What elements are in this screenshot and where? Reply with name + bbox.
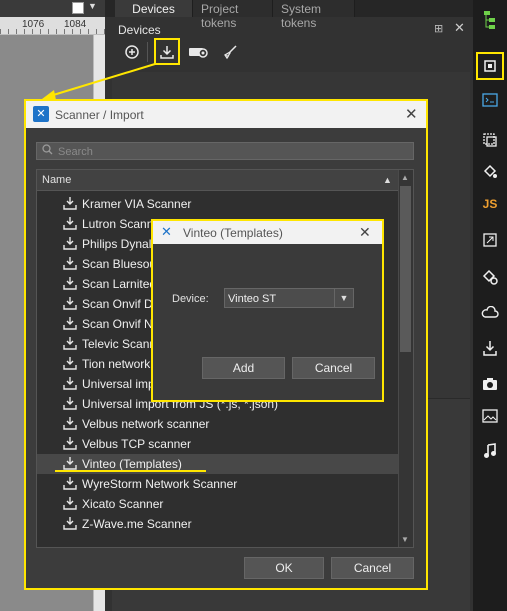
list-item[interactable]: Kramer VIA Scanner (37, 194, 398, 214)
import-icon (63, 397, 77, 410)
tab-system-tokens[interactable]: System tokens (273, 0, 355, 30)
add-device-button[interactable] (120, 40, 144, 64)
list-item-label: Scan Bluesou (82, 257, 157, 271)
list-item-label: Velbus TCP scanner (82, 437, 191, 451)
panel-tabs: Devices Project tokens System tokens (105, 0, 473, 30)
cancel-button[interactable]: Cancel (331, 557, 414, 579)
ok-button[interactable]: OK (244, 557, 324, 579)
import-icon (63, 217, 77, 230)
scroll-down-icon[interactable]: ▼ (401, 535, 409, 544)
download-icon[interactable] (476, 334, 504, 362)
chevron-down-icon[interactable]: ▼ (88, 1, 97, 11)
add-circle-icon (125, 45, 139, 59)
device-select-value[interactable]: Vinteo ST (228, 293, 276, 305)
import-icon (63, 477, 77, 490)
scanner-dialog-title: Scanner / Import (55, 108, 144, 122)
list-item-label: Scan Larnited (82, 277, 157, 291)
bucket-icon[interactable] (476, 158, 504, 186)
horizontal-ruler: 1076 1084 (0, 17, 105, 35)
tools-icon: ✕ (33, 106, 49, 122)
import-icon (63, 237, 77, 250)
import-icon (63, 197, 77, 210)
tab-devices[interactable]: Devices (115, 0, 193, 17)
import-icon (160, 45, 174, 59)
color-swatch[interactable] (72, 2, 84, 14)
list-item-label: Velbus network scanner (82, 417, 210, 431)
layers-icon[interactable] (476, 126, 504, 154)
list-item-label: Xicato Scanner (82, 497, 164, 511)
list-item-label: Universal impo (82, 377, 162, 391)
close-icon[interactable]: ✕ (359, 224, 371, 241)
projector-button[interactable] (186, 40, 210, 64)
add-button[interactable]: Add (202, 357, 285, 379)
selection-underline (55, 470, 206, 472)
bucket-gear-icon[interactable] (476, 263, 504, 291)
list-item-label: WyreStorm Network Scanner (82, 477, 238, 491)
close-icon[interactable]: ✕ (454, 20, 465, 36)
panel-title: Devices (118, 23, 161, 37)
import-icon (63, 297, 77, 310)
clean-button[interactable] (218, 40, 242, 64)
broom-icon (224, 45, 237, 60)
list-header[interactable] (37, 170, 398, 191)
list-item-label: Tion network (82, 357, 151, 371)
camera-icon[interactable] (476, 370, 504, 398)
import-button[interactable] (154, 38, 180, 65)
chevron-down-icon[interactable]: ▼ (334, 289, 353, 307)
list-item[interactable]: WyreStorm Network Scanner (37, 474, 398, 494)
tab-project-tokens[interactable]: Project tokens (193, 0, 273, 30)
toolbar-divider (147, 42, 148, 62)
terminal-icon[interactable] (476, 86, 504, 114)
list-item[interactable]: Velbus network scanner (37, 414, 398, 434)
ruler-ticks (0, 29, 105, 34)
import-icon (63, 357, 77, 370)
import-icon (63, 437, 77, 450)
list-item[interactable]: Xicato Scanner (37, 494, 398, 514)
import-icon (63, 337, 77, 350)
list-item[interactable]: Velbus TCP scanner (37, 434, 398, 454)
close-icon[interactable]: ✕ (405, 105, 418, 123)
import-icon (63, 317, 77, 330)
search-input[interactable] (58, 146, 358, 158)
projector-icon (189, 48, 208, 58)
js-icon[interactable]: JS (476, 190, 504, 218)
list-item-label: Philips Dynal (82, 237, 152, 251)
resize-icon[interactable] (476, 226, 504, 254)
tree-icon[interactable] (476, 6, 504, 34)
pin-icon[interactable]: ⊞ (434, 22, 443, 35)
import-icon (63, 417, 77, 430)
list-item-label: Scan Onvif N (82, 317, 153, 331)
import-icon (63, 377, 77, 390)
tools-icon: ✕ (161, 224, 172, 239)
column-header-name[interactable]: Name (42, 174, 71, 186)
cloud-icon[interactable] (476, 298, 504, 326)
list-item-label: Televic Scann (82, 337, 157, 351)
list-item-label: Scan Onvif D (82, 297, 153, 311)
search-icon (42, 144, 53, 158)
list-item-label: Kramer VIA Scanner (82, 197, 192, 211)
import-icon (63, 517, 77, 530)
import-icon (63, 457, 77, 470)
list-item-label: Lutron Scann (82, 217, 154, 231)
device-label: Device: (172, 293, 209, 305)
list-item[interactable]: Z-Wave.me Scanner (37, 514, 398, 534)
scroll-up-icon[interactable]: ▲ (401, 173, 409, 182)
import-icon (63, 277, 77, 290)
music-icon[interactable] (476, 437, 504, 465)
list-scrollbar-thumb[interactable] (400, 186, 411, 352)
chip-icon[interactable] (476, 52, 504, 80)
image-icon[interactable] (476, 402, 504, 430)
vinteo-dialog-title: Vinteo (Templates) (183, 226, 283, 240)
list-item-label: Vinteo (Templates) (82, 457, 182, 471)
cancel-button[interactable]: Cancel (292, 357, 375, 379)
sort-up-icon[interactable]: ▲ (383, 175, 392, 185)
list-item-label: Z-Wave.me Scanner (82, 517, 192, 531)
import-icon (63, 257, 77, 270)
import-icon (63, 497, 77, 510)
